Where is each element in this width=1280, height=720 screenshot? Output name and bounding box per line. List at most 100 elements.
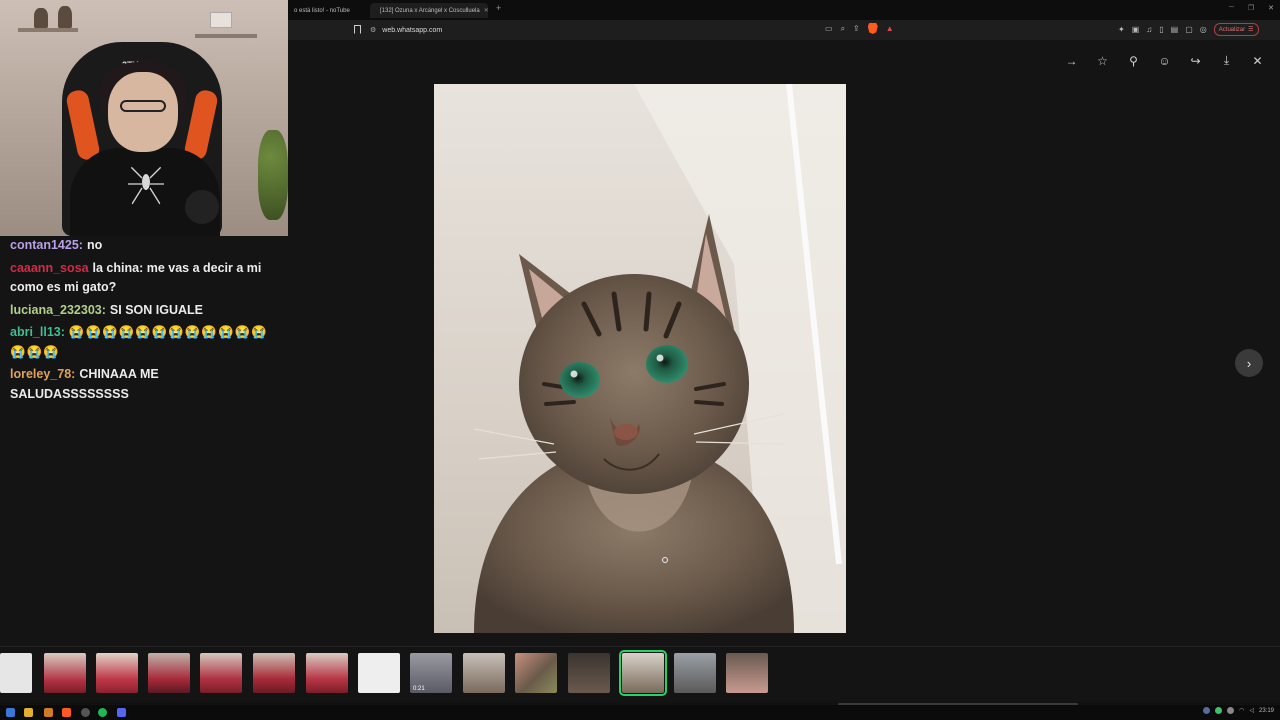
thumbnail-cat[interactable] [463, 653, 505, 693]
star-icon[interactable]: ☆ [1094, 52, 1111, 69]
share-icon[interactable]: ↪ [1187, 52, 1204, 69]
chat-message: luciana_232303: SI SON IGUALE [10, 301, 278, 321]
figurine [58, 6, 72, 28]
spotify-icon[interactable] [98, 708, 107, 717]
thumbnail-photo[interactable] [306, 653, 348, 693]
address-bar: ⚙ web.whatsapp.com ▭ ⌕ ⇪ ▲ ✦ ▣ ♫ ▯ ▤ ▢ ◎… [288, 20, 1280, 40]
shelf [18, 28, 78, 32]
screenshot-icon[interactable]: ▣ [1132, 25, 1140, 34]
spider-emblem [128, 165, 164, 205]
minimize-icon[interactable]: ─ [1229, 4, 1234, 12]
taskbar: ◠ ◁ 23:19 [0, 705, 1280, 720]
emoji-react-icon[interactable]: ☺ [1156, 52, 1173, 69]
thumbnail-cat[interactable] [674, 653, 716, 693]
media-icon[interactable]: ♫ [1146, 25, 1152, 34]
site-settings-icon[interactable]: ⚙ [370, 26, 376, 34]
browser-tab-notube[interactable]: o está listo! - noTube [288, 3, 370, 18]
close-icon[interactable]: ✕ [1249, 52, 1266, 69]
thumbnail-video[interactable]: 0:21 [410, 653, 452, 693]
webcam-overlay: 3TY [0, 0, 288, 236]
viewer-toolbar: → ☆ ⚲ ☺ ↪ ⤓ ✕ [1063, 52, 1266, 69]
tray-app-icon[interactable] [1203, 707, 1211, 714]
decor-box [210, 12, 232, 28]
chevron-right-icon: › [1246, 355, 1252, 371]
wifi-icon[interactable]: ◠ [1239, 707, 1244, 714]
file-explorer-icon[interactable] [24, 708, 33, 717]
chat-text: no [86, 238, 103, 252]
thumbnail-photo[interactable] [44, 653, 86, 693]
chat-text: SI SON IGUALE [109, 302, 203, 317]
rewards-icon[interactable]: ▲ [886, 24, 894, 33]
zoom-icon[interactable]: ⌕ [841, 24, 845, 34]
thumbnail-photo[interactable] [200, 653, 242, 693]
thumbnail-photo[interactable] [96, 653, 138, 693]
chat-message: caaann_sosa la china: me vas a decir a mi… [10, 259, 278, 298]
discord-icon[interactable] [117, 708, 126, 717]
thumbnail-photo[interactable] [253, 653, 295, 693]
pin-icon[interactable]: ⚲ [1125, 52, 1142, 69]
update-button[interactable]: Actualizar ☰ [1213, 23, 1259, 36]
chat-username: abri_ll13: [10, 325, 65, 339]
brave-shields-icon[interactable] [867, 23, 878, 34]
media-thumbnail-strip: 0:21 [0, 646, 1280, 702]
tab-label: [132] Ozuna x Arcángel x Cosculluela [380, 7, 480, 14]
download-icon[interactable]: ⤓ [1218, 52, 1235, 69]
video-duration: 0:21 [413, 686, 425, 692]
streamer-face [108, 72, 178, 152]
extension-icon[interactable]: ✦ [1118, 25, 1125, 34]
tab-label: o está listo! - noTube [294, 7, 350, 14]
start-icon[interactable] [6, 708, 15, 717]
app-icon[interactable] [44, 708, 53, 717]
restore-icon[interactable]: ❐ [1248, 4, 1254, 12]
cat-illustration [473, 84, 846, 633]
tray-app-icon[interactable] [1227, 707, 1235, 714]
address-icons: ▭ ⌕ ⇪ ▲ [825, 23, 894, 34]
thumbnail-photo[interactable] [515, 653, 557, 693]
glasses [120, 100, 166, 112]
window-close-icon[interactable]: ✕ [1268, 4, 1274, 12]
window-controls: ─ ❐ ✕ [1229, 4, 1274, 12]
wallet-icon[interactable]: ▢ [1185, 25, 1193, 34]
chat-username: loreley_78: [10, 367, 76, 381]
thumbnail-document[interactable] [0, 653, 32, 693]
volume-icon[interactable]: ◁ [1249, 707, 1254, 714]
plant [258, 130, 288, 220]
extension-icons: ✦ ▣ ♫ ▯ ▤ ▢ ◎ Actualizar ☰ [1118, 23, 1259, 36]
menu-icon: ☰ [1248, 27, 1254, 33]
thumbnail-cat-selected[interactable] [619, 650, 667, 696]
install-app-icon[interactable]: ▭ [825, 24, 833, 33]
thumbnail-cat[interactable] [726, 653, 768, 693]
next-media-button[interactable]: › [1235, 349, 1263, 377]
update-label: Actualizar [1218, 26, 1246, 33]
obs-icon[interactable] [81, 708, 90, 717]
share-page-icon[interactable]: ⇪ [853, 24, 860, 33]
chat-username: contan1425: [10, 238, 83, 252]
brave-browser-icon[interactable] [62, 708, 71, 717]
clock[interactable]: 23:19 [1259, 708, 1274, 714]
url-text: web.whatsapp.com [382, 26, 443, 34]
cat-photo[interactable] [434, 84, 846, 633]
chat-message: contan1425: no [10, 236, 278, 256]
vpn-icon[interactable]: ◎ [1200, 25, 1207, 34]
browser-tab-bar: o está listo! - noTube [132] Ozuna x Arc… [288, 0, 1280, 20]
thumbnail-document[interactable] [358, 653, 400, 693]
thumbnail-cat[interactable] [568, 653, 610, 693]
bookmark-icon[interactable] [354, 25, 361, 34]
tab-manager-icon[interactable]: ▤ [1171, 25, 1179, 34]
new-tab-icon[interactable]: + [496, 3, 501, 13]
microphone [185, 190, 219, 224]
browser-tab-youtube[interactable]: [132] Ozuna x Arcángel x Cosculluela ✕ [370, 3, 488, 18]
chat-message: loreley_78: CHINAAA ME SALUDASSSSSSSS [10, 365, 278, 404]
chat-username: caaann_sosa [10, 260, 89, 275]
chat-message: abri_ll13: 😭😭😭😭😭😭😭😭😭😭😭😭😭😭😭 [10, 323, 278, 362]
media-viewer: → ☆ ⚲ ☺ ↪ ⤓ ✕ › [288, 40, 1280, 646]
forward-to-chat-icon[interactable]: → [1063, 52, 1080, 69]
chat-username: luciana_232303: [10, 302, 106, 317]
shelf [195, 34, 257, 38]
tray-app-icon[interactable] [1215, 707, 1223, 714]
system-tray: ◠ ◁ 23:19 [1203, 707, 1274, 714]
close-tab-icon[interactable]: ✕ [484, 7, 488, 14]
stream-chat: contan1425: no caaann_sosa la china: me va… [0, 236, 288, 646]
thumbnail-photo[interactable] [148, 653, 190, 693]
sidebar-icon[interactable]: ▯ [1159, 25, 1163, 34]
